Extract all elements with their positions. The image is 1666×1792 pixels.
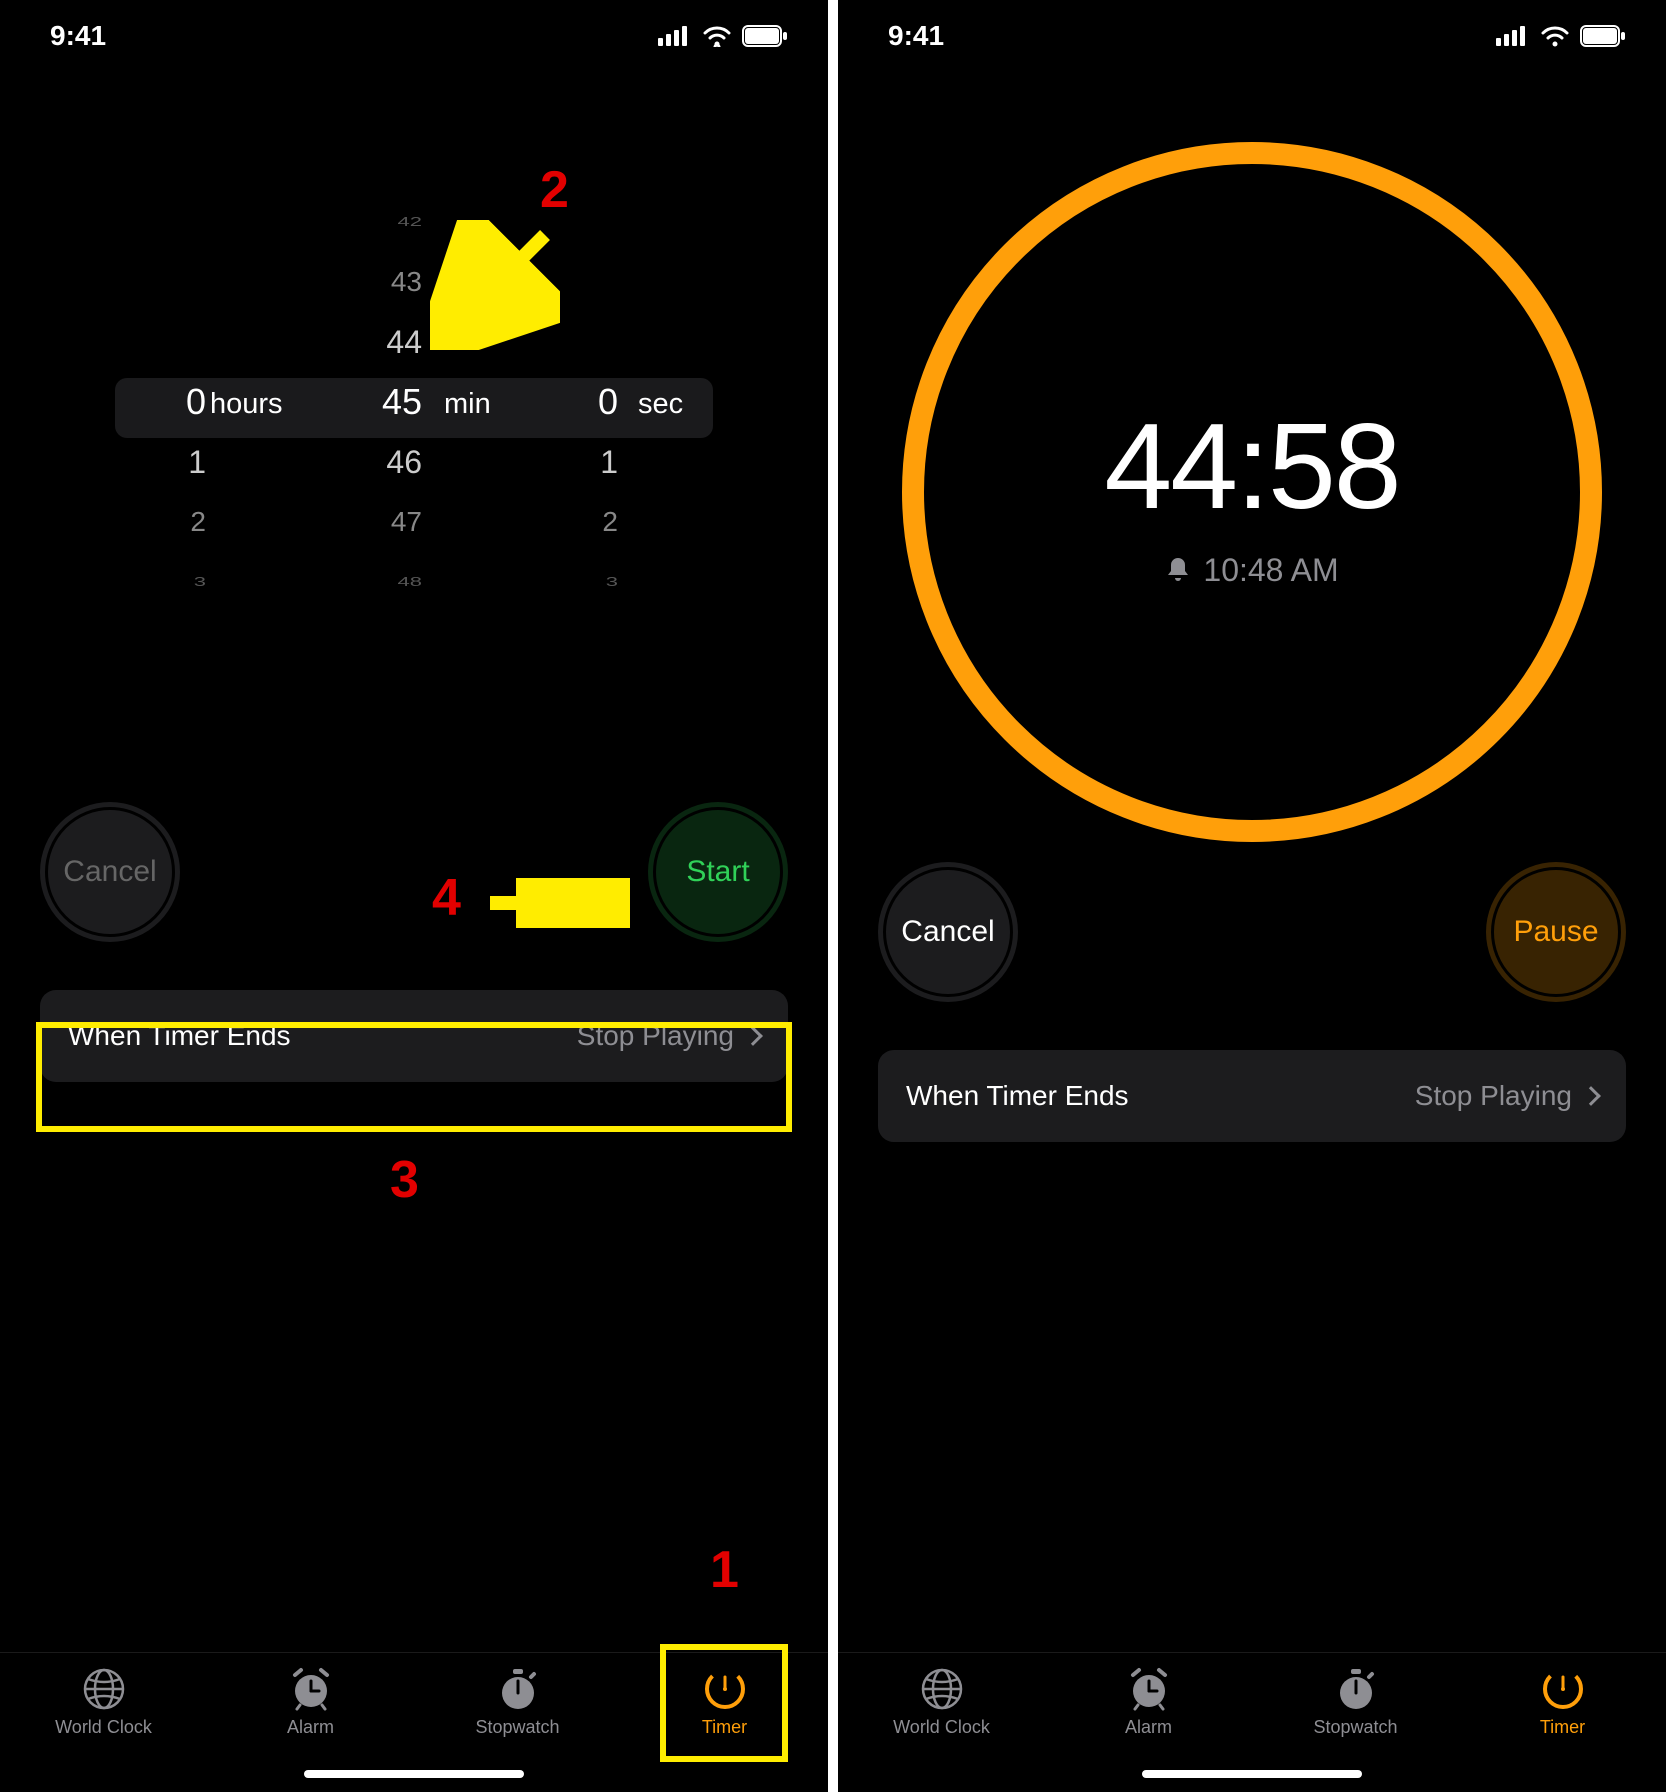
timer-display: 44:58 10:48 AM <box>838 122 1666 862</box>
globe-icon <box>920 1667 964 1711</box>
chevron-right-icon <box>743 1026 763 1046</box>
timer-remaining: 44:58 <box>1104 396 1399 536</box>
picker-sec-selected: 0 <box>598 372 618 432</box>
tab-stopwatch[interactable]: Stopwatch <box>1266 1667 1446 1738</box>
tab-timer[interactable]: Timer <box>1473 1667 1653 1738</box>
annotation-1: 1 <box>710 1541 739 1599</box>
status-bar: 9:41 <box>838 0 1666 72</box>
duration-picker[interactable]: 0 1 2 3 hours 42 43 44 45 46 47 <box>0 232 828 572</box>
cellular-icon <box>1496 26 1530 46</box>
when-timer-ends-row[interactable]: When Timer Ends Stop Playing <box>878 1050 1626 1142</box>
annotation-2: 2 <box>540 161 569 219</box>
picker-hours-selected: 0 <box>186 372 206 432</box>
timer-icon <box>703 1667 747 1711</box>
screenshot-timer-running: 9:41 44:58 10:48 AM Cancel Pause <box>838 0 1666 1792</box>
battery-icon <box>742 25 788 47</box>
picker-hours-label: hours <box>210 388 283 421</box>
when-timer-ends-label: When Timer Ends <box>68 1020 291 1052</box>
annotation-3: 3 <box>390 1151 419 1209</box>
status-time: 9:41 <box>50 20 106 52</box>
home-indicator[interactable] <box>304 1770 524 1778</box>
wifi-icon <box>1540 25 1570 47</box>
stopwatch-icon <box>1334 1667 1378 1711</box>
battery-icon <box>1580 25 1626 47</box>
picker-sec-label: sec <box>638 388 683 421</box>
tab-bar: World Clock Alarm Stopwatch Timer <box>0 1652 828 1792</box>
status-icons <box>658 25 788 47</box>
status-bar: 9:41 <box>0 0 828 72</box>
status-time: 9:41 <box>888 20 944 52</box>
picker-col-sec[interactable]: 0 1 2 3 sec <box>514 232 714 572</box>
status-icons <box>1496 25 1626 47</box>
picker-min-selected: 45 <box>382 372 422 432</box>
control-row: Cancel Pause <box>838 862 1666 1002</box>
home-indicator[interactable] <box>1142 1770 1362 1778</box>
when-timer-ends-value: Stop Playing <box>577 1020 760 1052</box>
when-timer-ends-label: When Timer Ends <box>906 1080 1129 1112</box>
tab-stopwatch[interactable]: Stopwatch <box>428 1667 608 1738</box>
when-timer-ends-row[interactable]: When Timer Ends Stop Playing <box>40 990 788 1082</box>
tab-world-clock[interactable]: World Clock <box>14 1667 194 1738</box>
chevron-right-icon <box>1581 1086 1601 1106</box>
picker-min-label: min <box>444 388 491 421</box>
screenshot-timer-setup: 9:41 2 <box>0 0 828 1792</box>
cancel-button[interactable]: Cancel <box>878 862 1018 1002</box>
picker-col-min[interactable]: 42 43 44 45 46 47 48 min <box>314 232 514 572</box>
timer-ring: 44:58 10:48 AM <box>902 142 1602 842</box>
tab-bar: World Clock Alarm Stopwatch Timer <box>838 1652 1666 1792</box>
alarm-icon <box>1127 1667 1171 1711</box>
when-timer-ends-value: Stop Playing <box>1415 1080 1598 1112</box>
picker-col-hours[interactable]: 0 1 2 3 hours <box>114 232 314 572</box>
tab-alarm[interactable]: Alarm <box>221 1667 401 1738</box>
timer-ends-at: 10:48 AM <box>1165 552 1338 589</box>
wifi-icon <box>702 25 732 47</box>
alarm-icon <box>289 1667 333 1711</box>
tab-alarm[interactable]: Alarm <box>1059 1667 1239 1738</box>
cancel-button[interactable]: Cancel <box>40 802 180 942</box>
bell-icon <box>1165 556 1191 584</box>
control-row: Cancel Start <box>0 802 828 942</box>
start-button[interactable]: Start <box>648 802 788 942</box>
tab-timer[interactable]: Timer <box>635 1667 815 1738</box>
cellular-icon <box>658 26 692 46</box>
tab-world-clock[interactable]: World Clock <box>852 1667 1032 1738</box>
stopwatch-icon <box>496 1667 540 1711</box>
pause-button[interactable]: Pause <box>1486 862 1626 1002</box>
globe-icon <box>82 1667 126 1711</box>
timer-icon <box>1541 1667 1585 1711</box>
